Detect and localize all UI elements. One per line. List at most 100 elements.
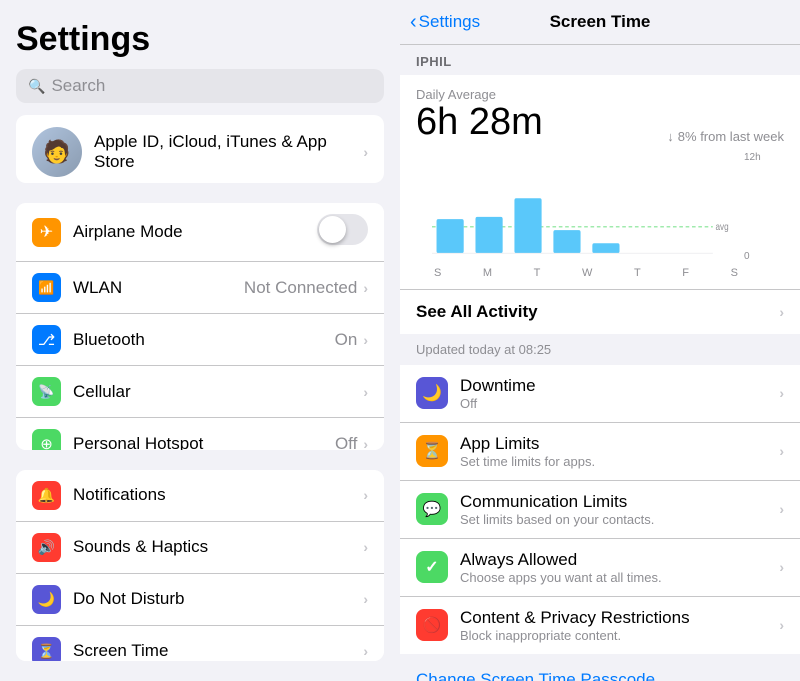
notifications-icon-wrap: 🔔 [32, 481, 61, 510]
downtime-item[interactable]: 🌙 Downtime Off › [400, 365, 800, 423]
always-allowed-subtitle: Choose apps you want at all times. [460, 570, 779, 585]
search-icon: 🔍 [28, 78, 45, 95]
daily-avg-section: Daily Average 6h 28m ↓ 8% from last week… [400, 75, 800, 289]
list-item-bluetooth[interactable]: ⎇ Bluetooth On › [16, 314, 384, 366]
screen-time-menu: 🌙 Downtime Off › ⏳ App Limits Set time l… [400, 365, 800, 654]
app-limits-icon-wrap: ⏳ [416, 435, 448, 467]
chart-container: avg [416, 152, 784, 289]
cellular-icon: 📡 [38, 384, 54, 400]
list-item-dnd[interactable]: 🌙 Do Not Disturb › [16, 574, 384, 626]
day-m: M [483, 267, 492, 279]
bluetooth-icon-wrap: ⎇ [32, 325, 61, 354]
comm-limits-icon: 💬 [423, 500, 442, 518]
chart-top-label: 12h [744, 152, 768, 163]
airplane-icon: ✈ [40, 222, 53, 242]
back-chevron-icon: ‹ [410, 12, 417, 32]
passcode-section: Change Screen Time Passcode [400, 654, 800, 681]
updated-text: Updated today at 08:25 [416, 342, 551, 357]
daily-avg-change: ↓ 8% from last week [667, 129, 784, 144]
search-bar[interactable]: 🔍 Search [16, 69, 384, 103]
wlan-value: Not Connected [244, 278, 357, 298]
daily-avg-value: 6h 28m [416, 102, 543, 144]
see-all-row[interactable]: See All Activity › [400, 289, 800, 334]
app-limits-title: App Limits [460, 434, 779, 454]
svg-text:avg: avg [716, 221, 729, 232]
app-limits-content: App Limits Set time limits for apps. [460, 434, 779, 469]
apple-id-item[interactable]: 🧑 Apple ID, iCloud, iTunes & App Store › [16, 115, 384, 183]
content-privacy-subtitle: Block inappropriate content. [460, 628, 779, 643]
comm-limits-item[interactable]: 💬 Communication Limits Set limits based … [400, 481, 800, 539]
downtime-subtitle: Off [460, 396, 779, 411]
notifications-icon: 🔔 [38, 487, 55, 504]
username-label: IPHIL [416, 54, 452, 69]
sounds-chevron: › [363, 539, 368, 555]
usage-chart: avg [432, 152, 740, 262]
airplane-toggle[interactable] [317, 214, 368, 250]
settings-group-1: ✈ Airplane Mode 📶 WLAN Not Connected › ⎇… [16, 203, 384, 449]
content-privacy-icon-wrap: 🚫 [416, 609, 448, 641]
list-item-notifications[interactable]: 🔔 Notifications › [16, 470, 384, 522]
chart-bottom-label: 0 [744, 251, 768, 262]
downtime-icon: 🌙 [422, 383, 442, 403]
apple-id-info: Apple ID, iCloud, iTunes & App Store [94, 132, 363, 172]
wlan-icon-wrap: 📶 [32, 273, 61, 302]
bluetooth-icon: ⎇ [38, 331, 55, 349]
right-panel: ‹ Settings Screen Time IPHIL Daily Avera… [400, 0, 800, 681]
comm-limits-title: Communication Limits [460, 492, 779, 512]
always-allowed-item[interactable]: ✓ Always Allowed Choose apps you want at… [400, 539, 800, 597]
wlan-label: WLAN [73, 278, 244, 298]
cellular-icon-wrap: 📡 [32, 377, 61, 406]
dnd-label: Do Not Disturb [73, 589, 363, 609]
day-s1: S [434, 267, 441, 279]
app-limits-icon: ⏳ [422, 441, 442, 461]
nav-back-label: Settings [419, 12, 480, 32]
sounds-label: Sounds & Haptics [73, 537, 363, 557]
daily-avg-change-text: 8% from last week [678, 129, 784, 144]
downtime-chevron: › [779, 385, 784, 401]
wlan-icon: 📶 [38, 280, 54, 296]
hotspot-icon: ⊕ [40, 435, 53, 450]
always-allowed-chevron: › [779, 559, 784, 575]
chart-day-labels: S M T W T F S [432, 267, 740, 279]
apple-id-section: 🧑 Apple ID, iCloud, iTunes & App Store › [16, 115, 384, 183]
app-limits-chevron: › [779, 443, 784, 459]
list-item-cellular[interactable]: 📡 Cellular › [16, 366, 384, 418]
list-item-wlan[interactable]: 📶 WLAN Not Connected › [16, 262, 384, 314]
cellular-chevron: › [363, 384, 368, 400]
right-content: IPHIL Daily Average 6h 28m ↓ 8% from las… [400, 45, 800, 681]
day-t2: T [634, 267, 641, 279]
dnd-icon-wrap: 🌙 [32, 585, 61, 614]
screentime-icon: ⏳ [38, 643, 55, 660]
settings-group-2: 🔔 Notifications › 🔊 Sounds & Haptics › 🌙… [16, 470, 384, 661]
app-limits-item[interactable]: ⏳ App Limits Set time limits for apps. › [400, 423, 800, 481]
settings-title: Settings [0, 0, 400, 69]
content-privacy-title: Content & Privacy Restrictions [460, 608, 779, 628]
downtime-icon-wrap: 🌙 [416, 377, 448, 409]
wlan-chevron: › [363, 280, 368, 296]
see-all-chevron: › [779, 304, 784, 320]
always-allowed-icon-wrap: ✓ [416, 551, 448, 583]
content-privacy-item[interactable]: 🚫 Content & Privacy Restrictions Block i… [400, 597, 800, 654]
day-t1: T [534, 267, 541, 279]
passcode-link[interactable]: Change Screen Time Passcode [416, 670, 655, 681]
search-placeholder: Search [51, 76, 105, 96]
daily-avg-row: 6h 28m ↓ 8% from last week [416, 102, 784, 152]
downtime-content: Downtime Off [460, 376, 779, 411]
list-item-sounds[interactable]: 🔊 Sounds & Haptics › [16, 522, 384, 574]
bluetooth-value: On [335, 330, 358, 350]
list-item-airplane[interactable]: ✈ Airplane Mode [16, 203, 384, 262]
list-item-hotspot[interactable]: ⊕ Personal Hotspot Off › [16, 418, 384, 449]
hotspot-icon-wrap: ⊕ [32, 429, 61, 449]
always-allowed-icon: ✓ [425, 557, 438, 577]
content-privacy-icon: 🚫 [423, 616, 442, 634]
sounds-icon: 🔊 [38, 539, 55, 556]
down-arrow-icon: ↓ [667, 129, 674, 144]
list-item-screentime[interactable]: ⏳ Screen Time › [16, 626, 384, 661]
daily-avg-label: Daily Average [416, 87, 784, 102]
day-w: W [582, 267, 592, 279]
nav-header: ‹ Settings Screen Time [400, 0, 800, 45]
nav-back-button[interactable]: ‹ Settings [410, 12, 480, 32]
always-allowed-title: Always Allowed [460, 550, 779, 570]
downtime-title: Downtime [460, 376, 779, 396]
comm-limits-chevron: › [779, 501, 784, 517]
